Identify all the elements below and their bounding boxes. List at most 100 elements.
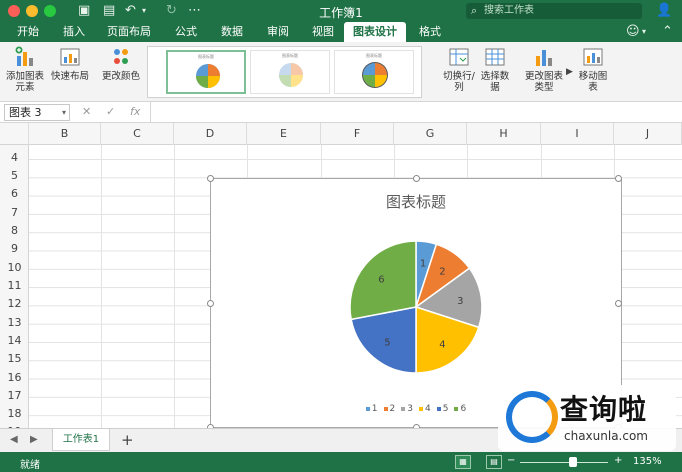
tab-formulas[interactable]: 公式 [166,22,206,42]
zoom-out-icon[interactable]: − [507,455,515,466]
legend-label-1: 1 [371,404,378,414]
excel-window: ▣ ▤ ↶ ▾ ↻ ⋯ 工作簿1 ⌕ 搜索工作表 👤 开始 插入 页面布局 公式… [0,0,682,472]
chart-style-1-title: 图表标题 [198,54,214,59]
tab-page-layout[interactable]: 页面布局 [100,22,158,42]
prev-sheet-icon[interactable]: ◀ [10,434,18,445]
move-chart-button[interactable]: 移动图表 [578,46,608,93]
tab-insert[interactable]: 插入 [54,22,94,42]
row-header-5[interactable]: 5 [0,169,29,182]
row-header-10[interactable]: 10 [0,261,29,274]
page-layout-view-icon[interactable]: ▤ [486,455,502,469]
column-header-j[interactable]: J [614,123,682,145]
row-header-17[interactable]: 17 [0,389,29,402]
pie-data-label-5[interactable]: 5 [384,338,390,349]
switch-row-column-button[interactable]: 切换行/列 [442,46,476,93]
switch-row-column-label: 切换行/列 [443,71,475,93]
column-header-g[interactable]: G [394,123,467,145]
next-sheet-icon[interactable]: ▶ [30,434,38,445]
cancel-icon[interactable]: ✕ [82,105,91,118]
gridline [101,145,102,428]
pie-data-label-2[interactable]: 2 [439,267,445,278]
row-header-18[interactable]: 18 [0,407,29,420]
legend-label-3: 3 [407,404,413,414]
search-sheet-input[interactable]: ⌕ 搜索工作表 [466,3,642,19]
chart-style-1[interactable]: 图表标题 [166,50,246,94]
row-header-11[interactable]: 11 [0,279,29,292]
zoom-slider-thumb[interactable] [569,457,577,467]
sheet-tab-1[interactable]: 工作表1 [52,429,110,451]
add-chart-element-button[interactable]: 添加图表元素 [4,46,46,93]
name-box-dropdown-icon[interactable]: ▾ [62,105,66,120]
column-header-b[interactable]: B [29,123,101,145]
change-chart-type-icon [533,46,555,68]
tab-data[interactable]: 数据 [212,22,252,42]
row-headers: 4 5 6 7 8 9 10 11 12 13 14 15 16 17 18 1… [0,145,29,428]
tab-home[interactable]: 开始 [8,22,48,42]
legend-entry-4[interactable]: 4 [419,404,431,414]
column-header-c[interactable]: C [101,123,174,145]
column-header-f[interactable]: F [321,123,394,145]
legend-entry-5[interactable]: 5 [436,404,449,414]
legend-label-5: 5 [442,404,449,414]
add-chart-element-label: 添加图表元素 [5,71,44,93]
legend-swatch-2 [383,406,388,411]
tab-view[interactable]: 视图 [303,22,343,42]
pie-data-label-6[interactable]: 6 [378,274,384,285]
legend-entry-6[interactable]: 6 [454,404,466,414]
enter-icon[interactable]: ✓ [106,105,115,118]
column-headers: B C D E F G H I J [0,123,682,145]
legend-entry-2[interactable]: 2 [383,404,395,414]
insert-function-icon[interactable]: fx [130,105,140,118]
row-header-12[interactable]: 12 [0,297,29,310]
row-header-14[interactable]: 14 [0,334,29,347]
feedback-smiley-icon[interactable]: ☺ [626,24,640,40]
column-header-d[interactable]: D [174,123,247,145]
row-header-7[interactable]: 7 [0,206,29,219]
legend-label-6: 6 [460,404,467,414]
tab-format[interactable]: 格式 [410,22,450,42]
legend-swatch-1 [365,406,370,411]
column-header-e[interactable]: E [247,123,321,145]
collapse-ribbon-icon[interactable]: ⌃ [662,24,673,40]
formula-bar: 图表 3 ▾ ✕ ✓ fx [0,102,682,123]
tab-review[interactable]: 审阅 [258,22,298,42]
gallery-next-icon[interactable]: ▶ [566,67,573,77]
change-colors-button[interactable]: 更改颜色 [100,46,142,82]
change-chart-type-button[interactable]: 更改图表类型 [524,46,564,93]
row-header-6[interactable]: 6 [0,187,29,200]
row-header-16[interactable]: 16 [0,371,29,384]
row-header-15[interactable]: 15 [0,352,29,365]
pie-data-label-4[interactable]: 4 [439,339,445,350]
feedback-dropdown-icon[interactable]: ▾ [642,24,646,40]
select-all-corner[interactable] [0,123,29,145]
share-user-icon[interactable]: 👤 [656,3,672,19]
select-data-button[interactable]: 选择数据 [480,46,510,93]
chart-style-2[interactable]: 图表标题 [250,50,330,94]
legend-entry-1[interactable]: 1 [365,404,378,414]
row-header-9[interactable]: 9 [0,242,29,255]
chart-styles-gallery: 图表标题 图表标题 图表标题 ▶ [147,46,573,98]
normal-view-icon[interactable]: ▦ [455,455,471,469]
row-header-13[interactable]: 13 [0,316,29,329]
column-header-i[interactable]: I [541,123,614,145]
formula-input[interactable] [150,102,682,123]
quick-layout-button[interactable]: 快速布局 [50,46,90,82]
chart-style-3-title: 图表标题 [366,53,382,58]
row-header-4[interactable]: 4 [0,151,29,164]
name-box[interactable]: 图表 3 ▾ [4,104,70,121]
search-placeholder: 搜索工作表 [484,5,534,16]
chart-style-3[interactable]: 图表标题 [334,50,414,94]
add-sheet-button[interactable]: + [121,431,134,449]
zoom-slider[interactable] [520,462,608,463]
zoom-in-icon[interactable]: + [614,455,622,466]
ribbon-tabs: 开始 插入 页面布局 公式 数据 审阅 视图 图表设计 格式 ☺ ▾ ⌃ [0,22,682,42]
column-header-h[interactable]: H [467,123,541,145]
pie-data-label-3[interactable]: 3 [457,296,463,307]
pie-data-label-1[interactable]: 1 [420,259,426,270]
row-header-8[interactable]: 8 [0,224,29,237]
chart-style-2-title: 图表标题 [282,53,298,58]
title-bar: ▣ ▤ ↶ ▾ ↻ ⋯ 工作簿1 ⌕ 搜索工作表 👤 [0,0,682,22]
tab-chart-design[interactable]: 图表设计 [344,22,406,42]
legend-entry-3[interactable]: 3 [401,404,413,414]
move-chart-label: 移动图表 [578,71,608,93]
